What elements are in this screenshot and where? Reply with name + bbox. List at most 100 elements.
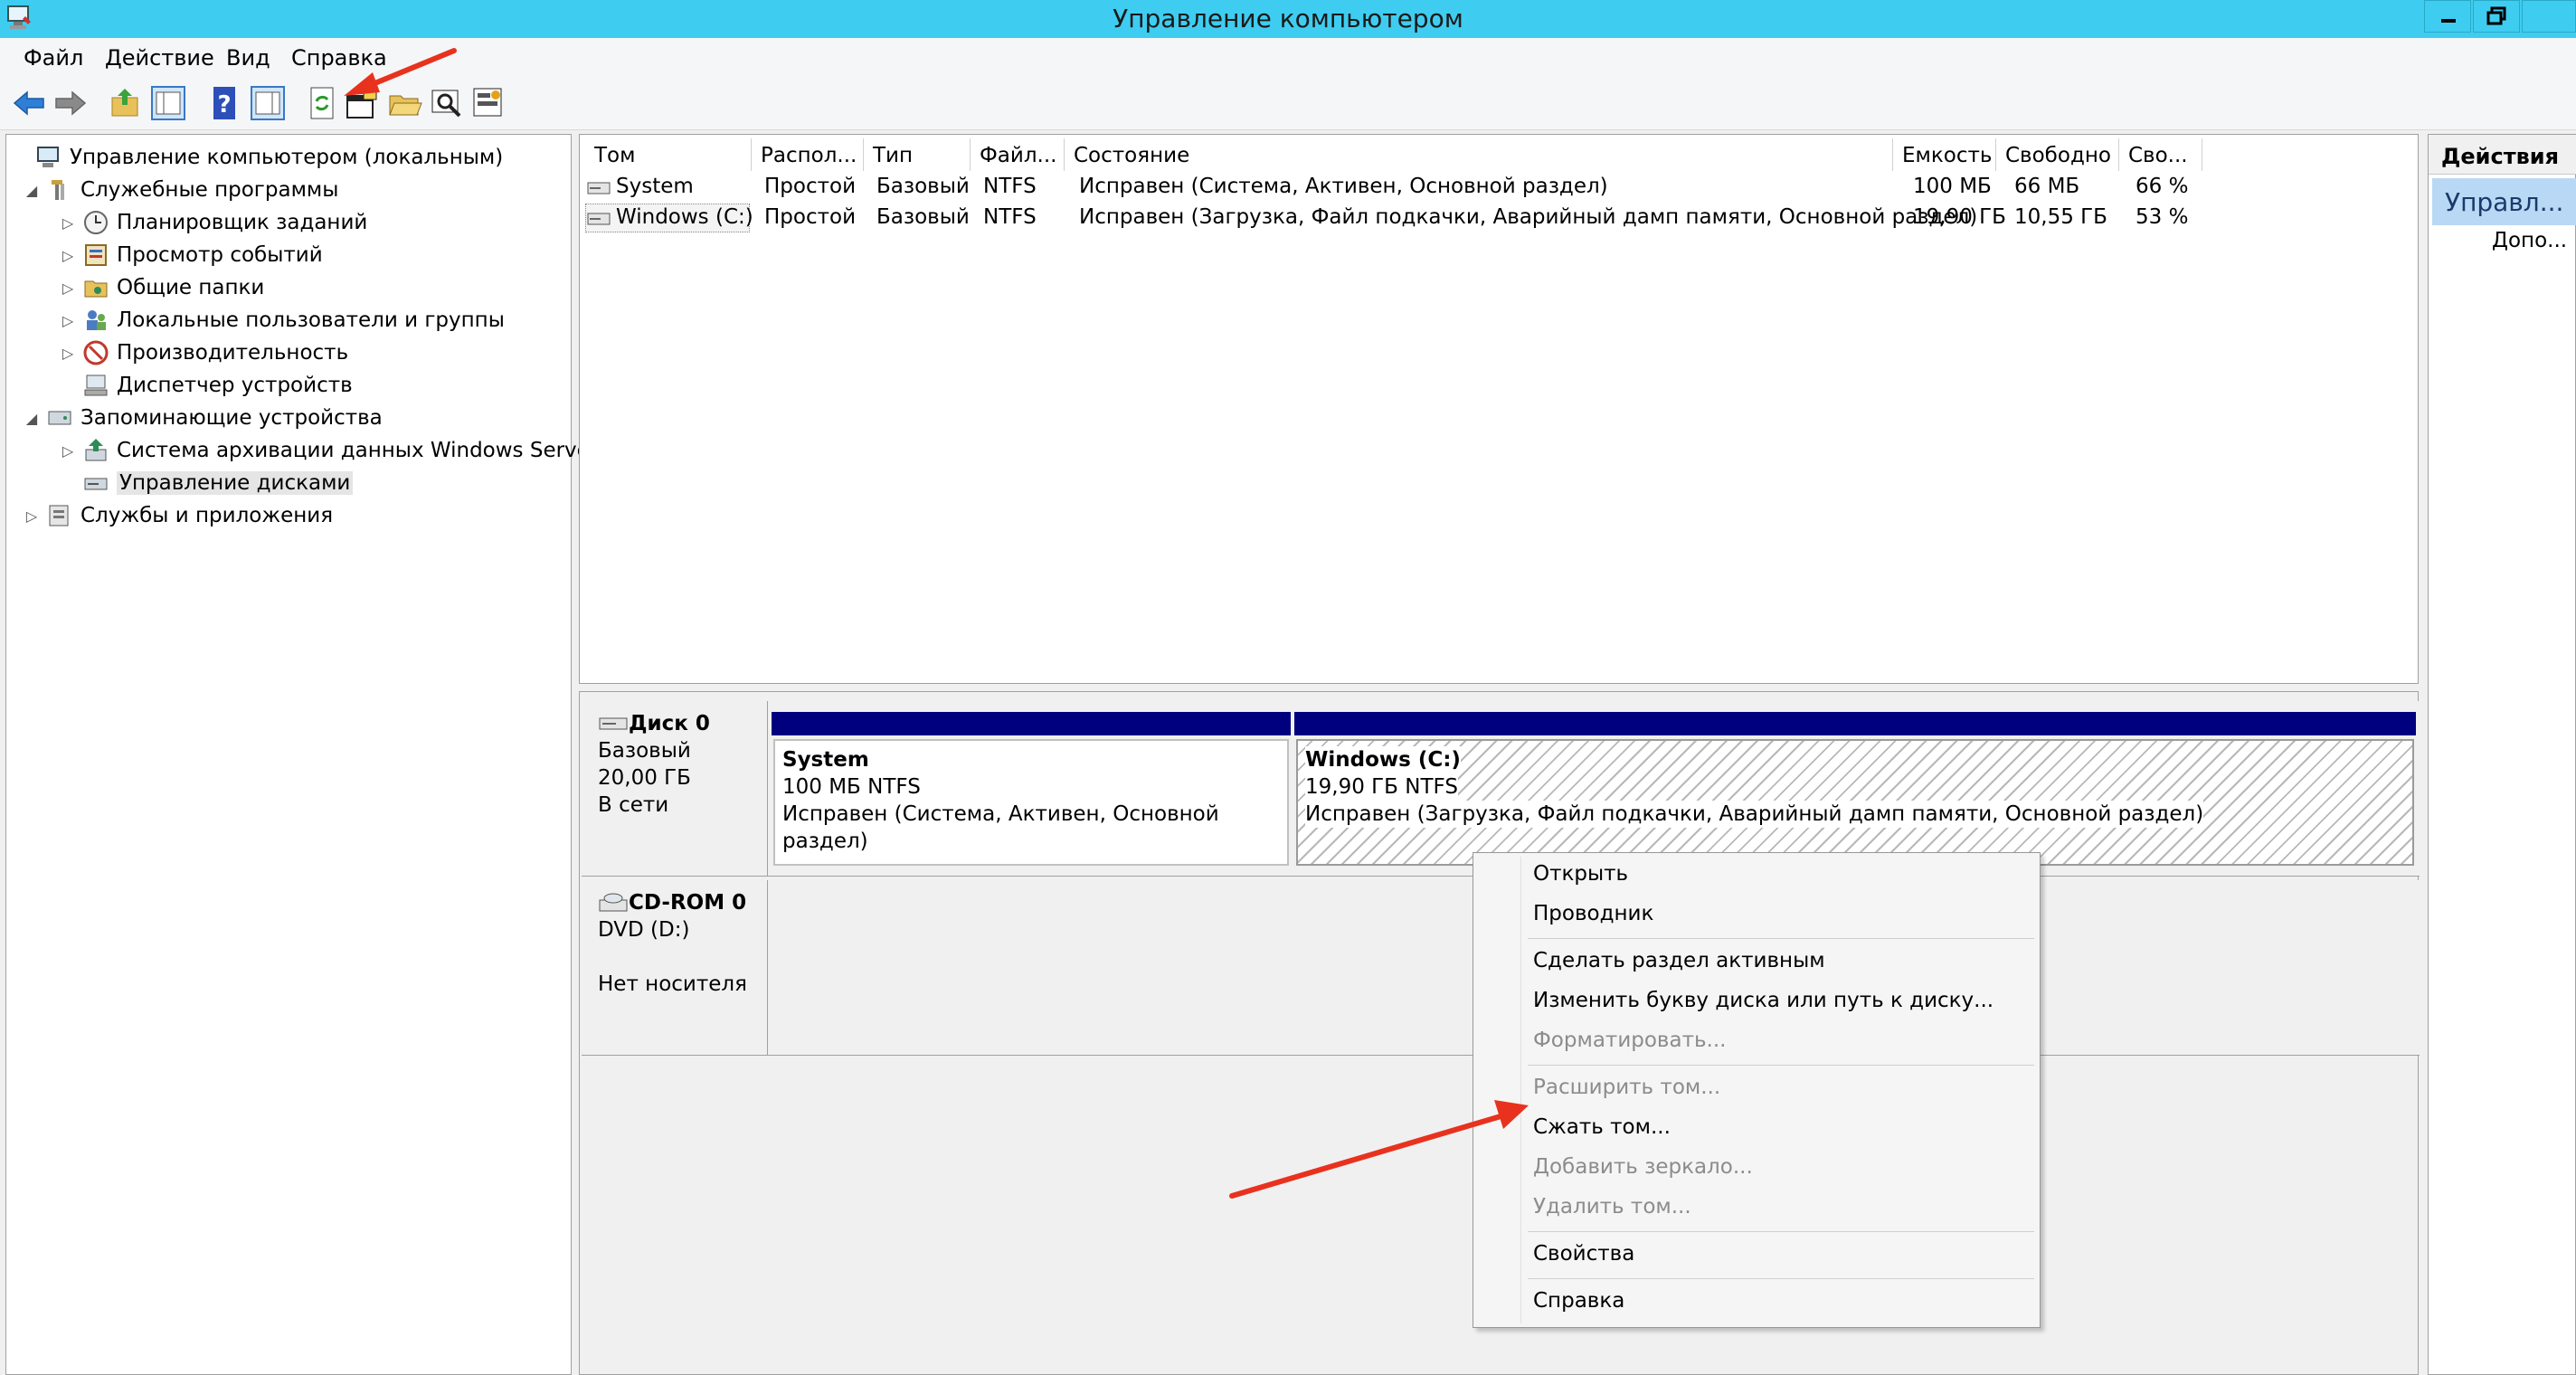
column-header-capacity[interactable]: Емкость	[1893, 138, 1996, 171]
tree-item-event-viewer[interactable]: ▷ Просмотр событий	[59, 240, 323, 270]
cdrom-0-label[interactable]: CD-ROM 0 DVD (D:) Нет носителя	[582, 880, 768, 1056]
show-hide-action-pane-icon[interactable]	[250, 85, 286, 121]
partition-name: System	[782, 748, 869, 772]
cell-free: 10,55 ГБ	[2014, 205, 2107, 229]
tree-expander[interactable]: ▷	[59, 280, 77, 297]
partition-windows-c[interactable]: Windows (C:) 19,90 ГБ NTFS Исправен (Заг…	[1296, 739, 2414, 866]
navigation-tree: Управление компьютером (локальным) ◢ Слу…	[5, 134, 598, 1375]
menu-separator	[1528, 1065, 2034, 1066]
cell-type: Базовый	[876, 175, 970, 198]
refresh-icon[interactable]	[304, 85, 340, 121]
tree-item-label: Система архивации данных Windows Server	[117, 439, 599, 462]
window-title: Управление компьютером	[1113, 4, 1463, 33]
hard-disk-icon	[599, 717, 628, 730]
disk-settings-icon[interactable]	[470, 85, 507, 121]
tree-expander[interactable]: ◢	[23, 410, 41, 427]
actions-pane: Действия Управл... Допо...	[2428, 134, 2576, 1375]
menu-item-extend-volume: Расширить том...	[1533, 1076, 1721, 1099]
close-button[interactable]	[2522, 0, 2576, 33]
search-icon[interactable]	[429, 85, 465, 121]
tree-item-services-applications[interactable]: ▷ Службы и приложения	[23, 500, 333, 531]
tree-item-local-users[interactable]: ▷ Локальные пользователи и группы	[59, 305, 505, 336]
menu-item-properties[interactable]: Свойства	[1533, 1242, 1634, 1266]
disk-name: Диск 0	[629, 712, 710, 735]
partition-system[interactable]: System 100 МБ NTFS Исправен (Система, Ак…	[773, 739, 1289, 866]
menu-action[interactable]: Действие	[105, 45, 214, 71]
up-folder-icon[interactable]	[107, 85, 143, 121]
tree-item-device-manager[interactable]: Диспетчер устройств	[82, 370, 353, 401]
disk-type: Базовый	[598, 739, 691, 763]
menu-item-change-drive-letter[interactable]: Изменить букву диска или путь к диску...	[1533, 989, 1994, 1012]
volume-list: Том Распол... Тип Файл... Состояние Емко…	[579, 134, 2419, 684]
tree-item-computer-management[interactable]: Управление компьютером (локальным)	[12, 142, 503, 173]
menu-item-shrink-volume[interactable]: Сжать том...	[1533, 1115, 1671, 1139]
cell-filesystem: NTFS	[983, 175, 1037, 198]
context-menu: Открыть Проводник Сделать раздел активны…	[1473, 852, 2041, 1328]
actions-more-link[interactable]: Допо...	[2492, 229, 2567, 252]
device-manager-icon	[84, 375, 108, 396]
menu-separator	[1528, 1231, 2034, 1232]
menu-view[interactable]: Вид	[226, 45, 270, 71]
tree-item-performance[interactable]: ▷ Производительность	[59, 337, 348, 368]
menu-item-help[interactable]: Справка	[1533, 1289, 1624, 1313]
tree-item-shared-folders[interactable]: ▷ Общие папки	[59, 272, 265, 303]
tree-item-label: Локальные пользователи и группы	[117, 308, 505, 332]
menu-gutter	[1520, 857, 1521, 1323]
partition-size: 100 МБ NTFS	[782, 775, 921, 799]
computer-icon	[37, 147, 59, 167]
cell-capacity: 19,90 ГБ	[1913, 205, 2006, 229]
tree-item-label: Общие папки	[117, 276, 265, 299]
tree-expander[interactable]: ▷	[23, 507, 41, 525]
column-header-status[interactable]: Состояние	[1065, 138, 1893, 171]
cell-volume: Windows (C:)	[616, 205, 753, 229]
column-header-free-percent[interactable]: Сво...	[2119, 138, 2202, 171]
tree-expander[interactable]: ◢	[23, 182, 41, 199]
disk-0-label[interactable]: Диск 0 Базовый 20,00 ГБ В сети	[582, 701, 768, 877]
cell-type: Базовый	[876, 205, 970, 229]
restore-button[interactable]	[2473, 0, 2520, 33]
partition-name: Windows (C:)	[1305, 746, 1461, 773]
volume-icon	[587, 213, 611, 225]
tree-expander[interactable]: ▷	[59, 345, 77, 362]
partition-system-header	[772, 712, 1291, 735]
column-header-volume[interactable]: Том	[585, 138, 752, 171]
open-folder-icon[interactable]	[387, 85, 423, 121]
menu-help[interactable]: Справка	[291, 45, 387, 71]
menu-item-explorer[interactable]: Проводник	[1533, 902, 1653, 925]
actions-header: Действия	[2429, 135, 2576, 175]
tree-item-windows-server-backup[interactable]: ▷ Система архивации данных Windows Serve…	[59, 435, 598, 466]
partition-status: Исправен (Система, Активен, Основной раз…	[782, 802, 1219, 853]
shared-folder-icon	[84, 280, 108, 298]
forward-icon[interactable]	[52, 85, 89, 121]
tree-expander[interactable]: ▷	[59, 247, 77, 264]
tree-item-disk-management[interactable]: Управление дисками	[82, 468, 354, 498]
help-icon[interactable]: ?	[206, 85, 242, 121]
column-header-type[interactable]: Тип	[864, 138, 971, 171]
tree-item-system-tools[interactable]: ◢ Служебные программы	[23, 175, 339, 205]
show-hide-tree-icon[interactable]	[150, 85, 186, 121]
tree-expander[interactable]: ▷	[59, 312, 77, 329]
tree-item-task-scheduler[interactable]: ▷ Планировщик заданий	[59, 207, 367, 238]
tree-item-label: Диспетчер устройств	[117, 374, 353, 397]
menu-file[interactable]: Файл	[24, 45, 83, 71]
event-viewer-icon	[85, 244, 107, 266]
column-header-filesystem[interactable]: Файл...	[971, 138, 1065, 171]
back-icon[interactable]	[11, 85, 47, 121]
menu-item-delete-volume: Удалить том...	[1533, 1195, 1691, 1219]
minimize-button[interactable]	[2424, 0, 2471, 33]
clock-icon	[84, 211, 108, 234]
disk-type: DVD (D:)	[598, 918, 690, 942]
menu-item-open[interactable]: Открыть	[1533, 862, 1628, 886]
disk-size: 20,00 ГБ	[598, 766, 691, 790]
column-header-free[interactable]: Свободно	[1996, 138, 2119, 171]
tree-expander[interactable]: ▷	[59, 442, 77, 460]
properties-icon[interactable]	[344, 85, 380, 121]
cell-free-percent: 66 %	[2136, 175, 2189, 198]
menu-item-mark-active[interactable]: Сделать раздел активным	[1533, 949, 1825, 972]
column-header-layout[interactable]: Распол...	[752, 138, 864, 171]
toolbar: ?	[0, 76, 2576, 130]
tree-expander[interactable]: ▷	[59, 214, 77, 232]
cell-layout: Простой	[764, 175, 857, 198]
actions-selected-item[interactable]: Управл...	[2432, 178, 2576, 225]
tree-item-storage[interactable]: ◢ Запоминающие устройства	[23, 403, 383, 433]
